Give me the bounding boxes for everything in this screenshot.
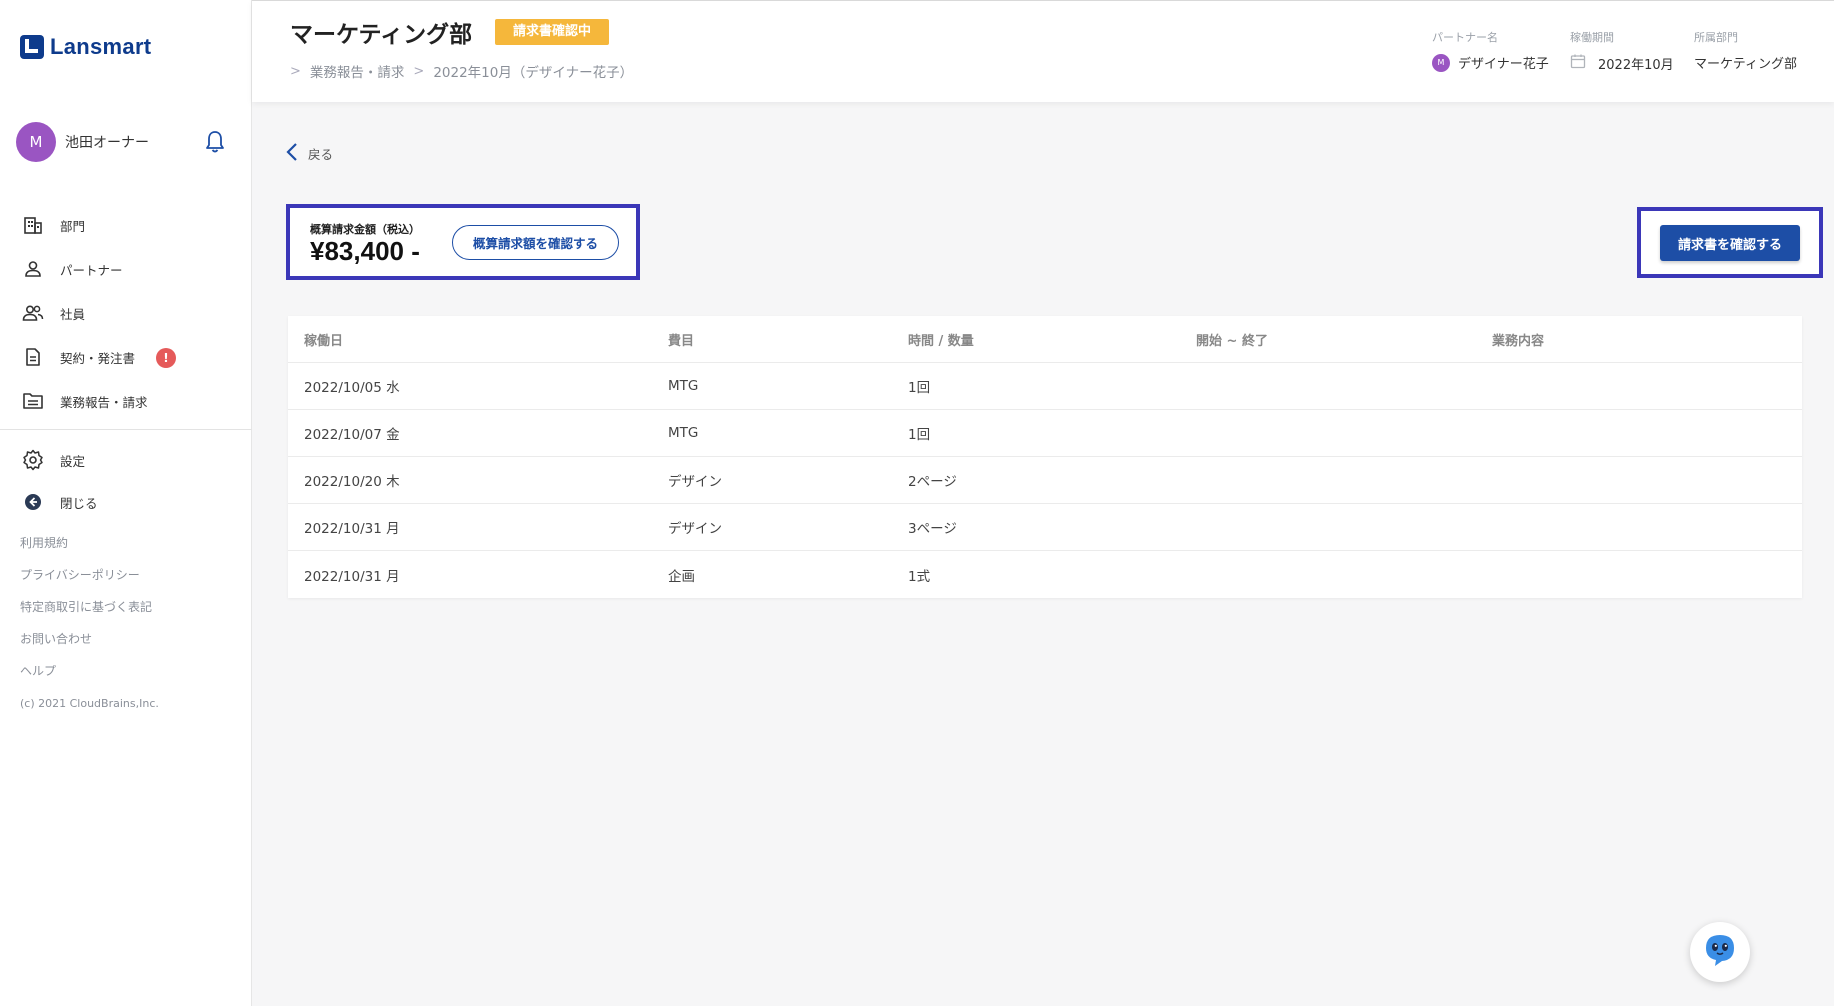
table-row[interactable]: 2022/10/07 金 MTG 1回 (288, 410, 1802, 457)
breadcrumb-reports[interactable]: 業務報告・請求 (310, 61, 405, 81)
sidebar-item-departments[interactable]: 部門 (0, 203, 252, 247)
cell-quantity: 3ページ (908, 521, 957, 537)
cell-quantity: 2ページ (908, 474, 957, 490)
chevron-right-icon: > (413, 63, 425, 79)
cell-item: MTG (668, 425, 699, 441)
sidebar-item-label: パートナー (60, 262, 123, 278)
cell-date: 2022/10/05 水 (304, 380, 400, 396)
period-label: 稼働期間 (1570, 31, 1614, 44)
user-name[interactable]: 池田オーナー (65, 132, 149, 152)
sidebar-item-label: 部門 (60, 218, 86, 234)
sidebar-item-label: 業務報告・請求 (60, 394, 148, 410)
estimated-amount-panel: 概算請求金額（税込） ¥83,400 - 概算請求額を確認する (286, 204, 640, 280)
page-title: マーケティング部 (290, 22, 473, 48)
cell-item: 企画 (668, 568, 695, 585)
table-row[interactable]: 2022/10/05 水 MTG 1回 (288, 363, 1802, 410)
logo-mark-icon (20, 35, 44, 59)
alert-badge: ! (156, 348, 176, 368)
dept-meta: 所属部門 マーケティング部 (1694, 29, 1797, 72)
cell-item: デザイン (668, 521, 722, 537)
user-profile: M 池田オーナー (16, 122, 236, 162)
period-meta: 稼働期間 2022年10月 (1570, 29, 1674, 73)
table-header-row: 稼働日 費目 時間 / 数量 開始 ~ 終了 業務内容 (288, 316, 1802, 363)
period-value-row: 2022年10月 (1570, 53, 1674, 73)
back-link[interactable]: 戻る (286, 142, 333, 165)
calendar-icon (1570, 53, 1586, 73)
partner-label: パートナー名 (1432, 31, 1498, 44)
help-link[interactable]: ヘルプ (20, 661, 152, 693)
table-row[interactable]: 2022/10/31 月 企画 1式 (288, 551, 1802, 598)
chevron-left-icon (286, 142, 298, 165)
column-header-date[interactable]: 稼働日 (304, 330, 343, 349)
avatar[interactable]: M (16, 122, 56, 162)
amount-value: ¥83,400 - (310, 236, 420, 266)
cell-quantity: 1回 (908, 427, 931, 443)
breadcrumb: > 業務報告・請求 > 2022年10月（デザイナー花子） (290, 61, 634, 82)
sidebar-item-reports[interactable]: 業務報告・請求 (0, 379, 252, 423)
sidebar-item-employees[interactable]: 社員 (0, 291, 252, 335)
sidebar-divider (0, 429, 252, 430)
cell-quantity: 1式 (908, 568, 931, 585)
contact-link[interactable]: お問い合わせ (20, 629, 152, 661)
main-nav: 部門 パートナー 社員 契約・発注書 ! 業務報告・請求 (0, 203, 252, 423)
partner-avatar: M (1432, 53, 1450, 72)
sidebar-item-label: 閉じる (60, 495, 98, 511)
sidebar-item-label: 契約・発注書 (60, 350, 136, 366)
sidebar-item-label: 社員 (60, 306, 86, 322)
breadcrumb-current: 2022年10月（デザイナー花子） (433, 65, 634, 81)
check-amount-button[interactable]: 概算請求額を確認する (452, 225, 619, 260)
page-header: マーケティング部 請求書確認中 > 業務報告・請求 > 2022年10月（デザイ… (252, 0, 1834, 102)
partner-meta: パートナー名 M デザイナー花子 (1432, 29, 1549, 72)
dept-value: マーケティング部 (1694, 57, 1797, 72)
bell-icon[interactable] (204, 130, 226, 154)
people-icon (22, 302, 44, 324)
sidebar-item-contracts[interactable]: 契約・発注書 ! (0, 335, 252, 379)
cell-item: デザイン (668, 474, 722, 490)
column-header-item[interactable]: 費目 (668, 330, 694, 349)
cell-quantity: 1回 (908, 380, 931, 396)
app-logo[interactable]: Lansmart (20, 34, 151, 60)
confirm-invoice-panel: 請求書を確認する (1637, 207, 1823, 278)
terms-link[interactable]: 利用規約 (20, 533, 152, 565)
column-header-time-range[interactable]: 開始 ~ 終了 (1196, 330, 1268, 349)
sidebar: Lansmart M 池田オーナー 部門 パートナー 社員 契約・発注書 ! 業… (0, 0, 252, 1006)
logo-text: Lansmart (50, 34, 152, 59)
gear-icon (22, 449, 44, 471)
dept-label: 所属部門 (1694, 31, 1738, 44)
cell-date: 2022/10/20 木 (304, 474, 400, 490)
period-value: 2022年10月 (1598, 57, 1674, 73)
sidebar-item-partners[interactable]: パートナー (0, 247, 252, 291)
amount-label: 概算請求金額（税込） (310, 223, 420, 236)
cell-date: 2022/10/31 月 (304, 521, 400, 537)
person-icon (22, 258, 44, 280)
cell-item: MTG (668, 378, 699, 394)
building-icon (22, 214, 44, 236)
document-icon (22, 346, 44, 368)
chevron-right-icon: > (290, 63, 301, 79)
chat-bot-icon (1700, 930, 1740, 974)
partner-value-row: M デザイナー花子 (1432, 53, 1549, 72)
sidebar-item-label: 設定 (60, 453, 86, 469)
confirm-invoice-button[interactable]: 請求書を確認する (1660, 225, 1800, 261)
sidebar-item-settings[interactable]: 設定 (0, 439, 252, 481)
table-row[interactable]: 2022/10/20 木 デザイン 2ページ (288, 457, 1802, 504)
cell-date: 2022/10/31 月 (304, 568, 400, 585)
column-header-quantity[interactable]: 時間 / 数量 (908, 330, 974, 349)
collapse-icon (22, 491, 44, 513)
folder-icon (22, 390, 44, 412)
sidebar-item-close[interactable]: 閉じる (0, 481, 252, 523)
work-report-table: 稼働日 費目 時間 / 数量 開始 ~ 終了 業務内容 2022/10/05 水… (288, 316, 1802, 598)
privacy-link[interactable]: プライバシーポリシー (20, 565, 152, 597)
copyright: (c) 2021 CloudBrains,Inc. (20, 697, 159, 710)
footer-links: 利用規約 プライバシーポリシー 特定商取引に基づく表記 お問い合わせ ヘルプ (20, 533, 152, 693)
commerce-law-link[interactable]: 特定商取引に基づく表記 (20, 597, 152, 629)
partner-value: デザイナー花子 (1458, 57, 1549, 72)
secondary-nav: 設定 閉じる (0, 439, 252, 523)
table-row[interactable]: 2022/10/31 月 デザイン 3ページ (288, 504, 1802, 551)
chat-bot-button[interactable] (1690, 922, 1750, 982)
column-header-description[interactable]: 業務内容 (1492, 330, 1544, 349)
back-label: 戻る (308, 147, 334, 162)
cell-date: 2022/10/07 金 (304, 427, 400, 443)
status-badge: 請求書確認中 (495, 19, 610, 45)
